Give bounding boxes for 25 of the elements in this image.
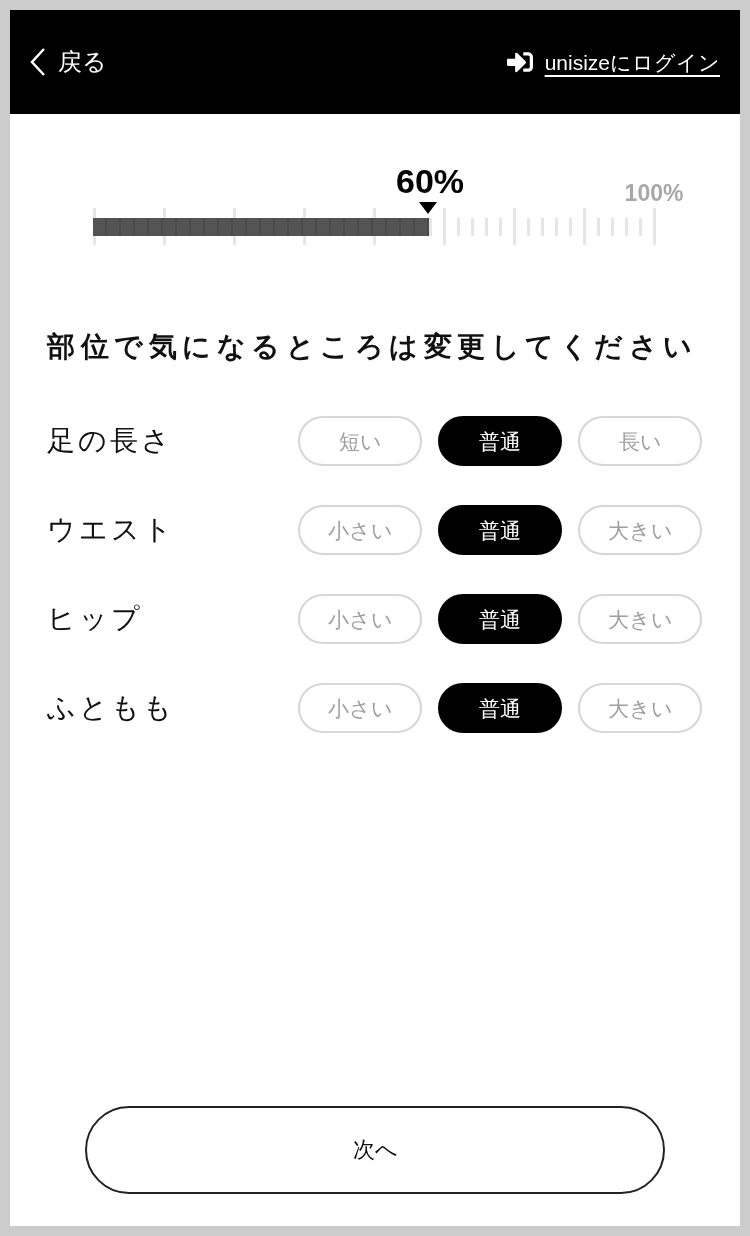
max-label: 100% — [624, 180, 684, 206]
next-button[interactable]: 次へ — [85, 1106, 665, 1194]
option-button[interactable]: 小さい — [298, 505, 422, 555]
option-button[interactable]: 長い — [578, 416, 702, 466]
progress-reading: 60% — [395, 162, 465, 200]
body-part-label: ヒップ — [47, 602, 143, 636]
option-button[interactable]: 小さい — [298, 683, 422, 733]
option-button[interactable]: 普通 — [438, 683, 562, 733]
login-link[interactable]: unisizeにログイン — [504, 49, 720, 75]
option-button[interactable]: 大きい — [578, 594, 702, 644]
option-button[interactable]: 大きい — [578, 683, 702, 733]
option-button[interactable]: 短い — [298, 416, 422, 466]
body-part-label: ウエスト — [47, 513, 175, 547]
option-button[interactable]: 普通 — [438, 594, 562, 644]
instruction-heading: 部位で気になるところは変更してください — [47, 330, 698, 364]
chevron-left-icon — [30, 48, 46, 76]
option-button[interactable]: 小さい — [298, 594, 422, 644]
marker-icon — [419, 202, 437, 214]
body-part-label: ふともも — [47, 691, 175, 725]
option-button[interactable]: 大きい — [578, 505, 702, 555]
option-button[interactable]: 普通 — [438, 505, 562, 555]
body-part-label: 足の長さ — [47, 424, 173, 458]
option-button[interactable]: 普通 — [438, 416, 562, 466]
back-button[interactable]: 戻る — [30, 48, 107, 76]
sign-in-icon — [504, 49, 535, 75]
